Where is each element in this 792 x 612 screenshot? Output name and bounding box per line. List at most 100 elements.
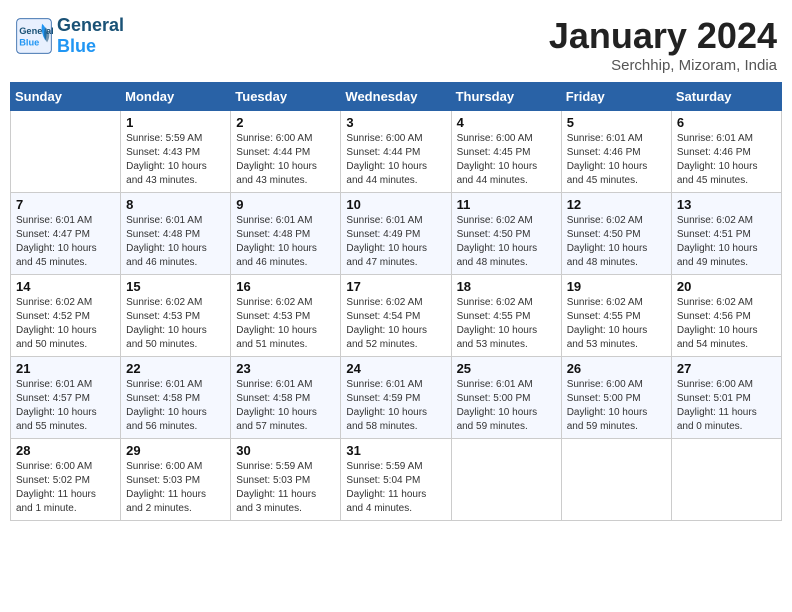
calendar-cell bbox=[671, 439, 781, 521]
logo-icon: General Blue bbox=[15, 17, 53, 55]
day-number: 25 bbox=[457, 361, 556, 376]
day-number: 3 bbox=[346, 115, 445, 130]
day-number: 11 bbox=[457, 197, 556, 212]
calendar-cell bbox=[11, 111, 121, 193]
calendar-cell: 11 Sunrise: 6:02 AM Sunset: 4:50 PM Dayli… bbox=[451, 193, 561, 275]
day-info: Sunrise: 6:01 AM Sunset: 4:48 PM Dayligh… bbox=[126, 214, 225, 270]
calendar-header-row: SundayMondayTuesdayWednesdayThursdayFrid… bbox=[11, 83, 782, 111]
calendar-cell: 18 Sunrise: 6:02 AM Sunset: 4:55 PM Dayli… bbox=[451, 275, 561, 357]
day-info: Sunrise: 6:00 AM Sunset: 4:44 PM Dayligh… bbox=[236, 132, 335, 188]
day-info: Sunrise: 6:00 AM Sunset: 5:00 PM Dayligh… bbox=[567, 378, 666, 434]
title-area: January 2024 Serchhip, Mizoram, India bbox=[549, 15, 777, 74]
calendar-cell: 19 Sunrise: 6:02 AM Sunset: 4:55 PM Dayli… bbox=[561, 275, 671, 357]
day-info: Sunrise: 6:02 AM Sunset: 4:51 PM Dayligh… bbox=[677, 214, 776, 270]
weekday-header: Wednesday bbox=[341, 83, 451, 111]
calendar-week-row: 14 Sunrise: 6:02 AM Sunset: 4:52 PM Dayli… bbox=[11, 275, 782, 357]
day-info: Sunrise: 6:02 AM Sunset: 4:53 PM Dayligh… bbox=[236, 296, 335, 352]
day-info: Sunrise: 6:02 AM Sunset: 4:55 PM Dayligh… bbox=[457, 296, 556, 352]
day-number: 1 bbox=[126, 115, 225, 130]
day-info: Sunrise: 6:01 AM Sunset: 4:58 PM Dayligh… bbox=[126, 378, 225, 434]
calendar-cell: 20 Sunrise: 6:02 AM Sunset: 4:56 PM Dayli… bbox=[671, 275, 781, 357]
calendar-week-row: 28 Sunrise: 6:00 AM Sunset: 5:02 PM Dayli… bbox=[11, 439, 782, 521]
day-info: Sunrise: 5:59 AM Sunset: 5:03 PM Dayligh… bbox=[236, 460, 335, 516]
day-info: Sunrise: 6:01 AM Sunset: 4:49 PM Dayligh… bbox=[346, 214, 445, 270]
day-number: 7 bbox=[16, 197, 115, 212]
day-info: Sunrise: 6:00 AM Sunset: 4:45 PM Dayligh… bbox=[457, 132, 556, 188]
weekday-header: Monday bbox=[121, 83, 231, 111]
day-number: 18 bbox=[457, 279, 556, 294]
day-number: 17 bbox=[346, 279, 445, 294]
day-number: 2 bbox=[236, 115, 335, 130]
calendar-cell: 2 Sunrise: 6:00 AM Sunset: 4:44 PM Daylig… bbox=[231, 111, 341, 193]
calendar-cell: 29 Sunrise: 6:00 AM Sunset: 5:03 PM Dayli… bbox=[121, 439, 231, 521]
day-number: 22 bbox=[126, 361, 225, 376]
calendar-cell: 25 Sunrise: 6:01 AM Sunset: 5:00 PM Dayli… bbox=[451, 357, 561, 439]
day-info: Sunrise: 6:02 AM Sunset: 4:55 PM Dayligh… bbox=[567, 296, 666, 352]
weekday-header: Thursday bbox=[451, 83, 561, 111]
day-info: Sunrise: 6:00 AM Sunset: 5:02 PM Dayligh… bbox=[16, 460, 115, 516]
day-info: Sunrise: 6:02 AM Sunset: 4:52 PM Dayligh… bbox=[16, 296, 115, 352]
day-info: Sunrise: 5:59 AM Sunset: 5:04 PM Dayligh… bbox=[346, 460, 445, 516]
day-info: Sunrise: 6:01 AM Sunset: 5:00 PM Dayligh… bbox=[457, 378, 556, 434]
header: General Blue General Blue January 2024 S… bbox=[10, 10, 782, 74]
day-info: Sunrise: 6:02 AM Sunset: 4:50 PM Dayligh… bbox=[567, 214, 666, 270]
calendar-week-row: 21Sunrise: 6:01 AM Sunset: 4:57 PM Dayli… bbox=[11, 357, 782, 439]
day-number: 4 bbox=[457, 115, 556, 130]
calendar-cell bbox=[561, 439, 671, 521]
weekday-header: Tuesday bbox=[231, 83, 341, 111]
logo-text: General Blue bbox=[57, 15, 124, 57]
calendar-cell: 7 Sunrise: 6:01 AM Sunset: 4:47 PM Daylig… bbox=[11, 193, 121, 275]
svg-text:Blue: Blue bbox=[19, 38, 39, 48]
logo: General Blue General Blue bbox=[15, 15, 124, 57]
day-info: Sunrise: 6:02 AM Sunset: 4:54 PM Dayligh… bbox=[346, 296, 445, 352]
day-info: Sunrise: 6:01 AM Sunset: 4:46 PM Dayligh… bbox=[677, 132, 776, 188]
calendar-cell: 15Sunrise: 6:02 AM Sunset: 4:53 PM Dayli… bbox=[121, 275, 231, 357]
calendar-cell: 4 Sunrise: 6:00 AM Sunset: 4:45 PM Daylig… bbox=[451, 111, 561, 193]
day-number: 15 bbox=[126, 279, 225, 294]
day-info: Sunrise: 6:00 AM Sunset: 5:03 PM Dayligh… bbox=[126, 460, 225, 516]
calendar-cell: 1 Sunrise: 5:59 AM Sunset: 4:43 PM Daylig… bbox=[121, 111, 231, 193]
day-info: Sunrise: 6:00 AM Sunset: 5:01 PM Dayligh… bbox=[677, 378, 776, 434]
day-number: 14 bbox=[16, 279, 115, 294]
logo-line2: Blue bbox=[57, 36, 96, 56]
day-number: 12 bbox=[567, 197, 666, 212]
calendar-cell: 28 Sunrise: 6:00 AM Sunset: 5:02 PM Dayli… bbox=[11, 439, 121, 521]
day-number: 8 bbox=[126, 197, 225, 212]
day-number: 5 bbox=[567, 115, 666, 130]
weekday-header: Sunday bbox=[11, 83, 121, 111]
day-number: 23 bbox=[236, 361, 335, 376]
calendar-cell: 10Sunrise: 6:01 AM Sunset: 4:49 PM Dayli… bbox=[341, 193, 451, 275]
calendar-cell: 13 Sunrise: 6:02 AM Sunset: 4:51 PM Dayli… bbox=[671, 193, 781, 275]
calendar-cell: 23 Sunrise: 6:01 AM Sunset: 4:58 PM Dayli… bbox=[231, 357, 341, 439]
day-info: Sunrise: 6:01 AM Sunset: 4:59 PM Dayligh… bbox=[346, 378, 445, 434]
day-number: 28 bbox=[16, 443, 115, 458]
calendar-cell: 21Sunrise: 6:01 AM Sunset: 4:57 PM Dayli… bbox=[11, 357, 121, 439]
day-number: 21 bbox=[16, 361, 115, 376]
day-number: 13 bbox=[677, 197, 776, 212]
calendar-cell: 12 Sunrise: 6:02 AM Sunset: 4:50 PM Dayli… bbox=[561, 193, 671, 275]
weekday-header: Saturday bbox=[671, 83, 781, 111]
day-number: 30 bbox=[236, 443, 335, 458]
main-title: January 2024 bbox=[549, 15, 777, 57]
day-number: 24 bbox=[346, 361, 445, 376]
day-info: Sunrise: 6:01 AM Sunset: 4:47 PM Dayligh… bbox=[16, 214, 115, 270]
day-number: 20 bbox=[677, 279, 776, 294]
day-info: Sunrise: 6:02 AM Sunset: 4:50 PM Dayligh… bbox=[457, 214, 556, 270]
day-info: Sunrise: 5:59 AM Sunset: 4:43 PM Dayligh… bbox=[126, 132, 225, 188]
day-number: 6 bbox=[677, 115, 776, 130]
logo-line1: General bbox=[57, 15, 124, 35]
calendar-cell: 27Sunrise: 6:00 AM Sunset: 5:01 PM Dayli… bbox=[671, 357, 781, 439]
calendar-cell: 3Sunrise: 6:00 AM Sunset: 4:44 PM Daylig… bbox=[341, 111, 451, 193]
day-number: 9 bbox=[236, 197, 335, 212]
calendar-cell: 30 Sunrise: 5:59 AM Sunset: 5:03 PM Dayli… bbox=[231, 439, 341, 521]
day-number: 29 bbox=[126, 443, 225, 458]
calendar-cell: 16Sunrise: 6:02 AM Sunset: 4:53 PM Dayli… bbox=[231, 275, 341, 357]
calendar-cell: 8 Sunrise: 6:01 AM Sunset: 4:48 PM Daylig… bbox=[121, 193, 231, 275]
calendar-cell: 22 Sunrise: 6:01 AM Sunset: 4:58 PM Dayli… bbox=[121, 357, 231, 439]
calendar-cell: 31 Sunrise: 5:59 AM Sunset: 5:04 PM Dayli… bbox=[341, 439, 451, 521]
day-number: 19 bbox=[567, 279, 666, 294]
day-number: 26 bbox=[567, 361, 666, 376]
day-info: Sunrise: 6:01 AM Sunset: 4:58 PM Dayligh… bbox=[236, 378, 335, 434]
day-number: 31 bbox=[346, 443, 445, 458]
day-info: Sunrise: 6:02 AM Sunset: 4:56 PM Dayligh… bbox=[677, 296, 776, 352]
